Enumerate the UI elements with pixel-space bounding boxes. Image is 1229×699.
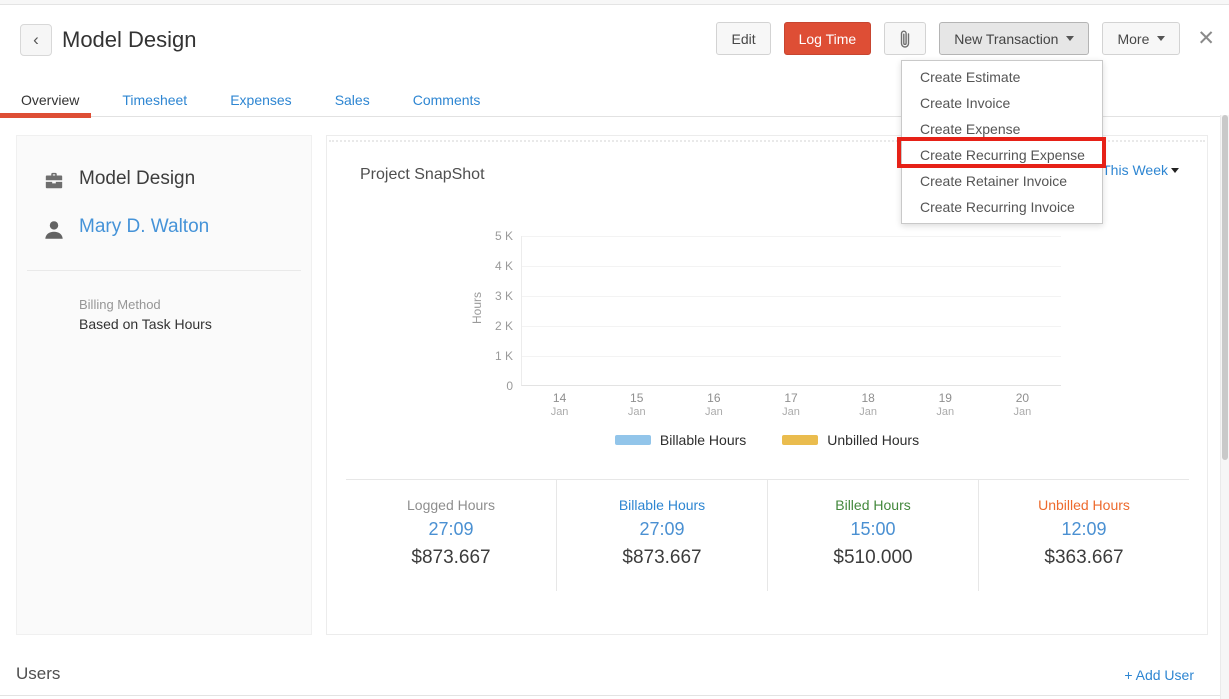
y-tick: 1 K [471, 349, 513, 363]
legend-unbilled-hours: Unbilled Hours [782, 432, 919, 448]
sidebar-divider [27, 270, 301, 271]
menu-item-create-estimate[interactable]: Create Estimate [902, 64, 1102, 90]
back-icon: ‹ [33, 30, 39, 49]
x-tick: 19Jan [907, 391, 984, 418]
tab-expenses[interactable]: Expenses [219, 84, 302, 116]
legend-billable-hours: Billable Hours [615, 432, 746, 448]
tab-sales[interactable]: Sales [324, 84, 381, 116]
tab-timesheet[interactable]: Timesheet [111, 84, 198, 116]
paperclip-icon [898, 30, 912, 48]
edit-button[interactable]: Edit [716, 22, 770, 55]
date-range-dropdown[interactable]: This Week [1102, 162, 1179, 178]
menu-item-create-retainer-invoice[interactable]: Create Retainer Invoice [902, 168, 1102, 194]
x-tick: 20Jan [984, 391, 1061, 418]
gridline [522, 296, 1061, 297]
briefcase-icon [43, 171, 65, 191]
x-axis: 14Jan 15Jan 16Jan 17Jan 18Jan 19Jan [521, 391, 1061, 418]
top-strip [0, 0, 1229, 5]
chart-legend: Billable Hours Unbilled Hours [327, 432, 1207, 448]
x-tick: 14Jan [521, 391, 598, 418]
stat-billed-hours: Billed Hours 15:00 $510.000 [767, 480, 978, 591]
attachment-button[interactable] [884, 22, 926, 55]
y-tick: 3 K [471, 289, 513, 303]
y-tick: 0 [471, 379, 513, 393]
x-tick: 16Jan [675, 391, 752, 418]
tab-comments[interactable]: Comments [402, 84, 492, 116]
chart-plot-area [521, 236, 1061, 386]
vertical-scrollbar-thumb[interactable] [1222, 115, 1228, 460]
gridline [522, 236, 1061, 237]
menu-item-create-invoice[interactable]: Create Invoice [902, 90, 1102, 116]
users-divider [0, 695, 1229, 696]
project-detail-page: ‹ Model Design Edit Log Time New Transac… [0, 0, 1229, 699]
sidebar-owner-link[interactable]: Mary D. Walton [79, 216, 209, 237]
vertical-scrollbar-track[interactable] [1220, 115, 1229, 699]
add-user-link[interactable]: + Add User [1124, 667, 1194, 683]
stat-unbilled-hours: Unbilled Hours 12:09 $363.667 [978, 480, 1189, 591]
stat-billable-hours: Billable Hours 27:09 $873.667 [556, 480, 767, 591]
x-tick: 15Jan [598, 391, 675, 418]
tab-overview[interactable]: Overview [10, 84, 90, 116]
stat-logged-hours: Logged Hours 27:09 $873.667 [346, 480, 556, 591]
caret-down-icon [1157, 36, 1165, 41]
sidebar-project-name: Model Design [79, 168, 195, 189]
billing-method-value: Based on Task Hours [79, 316, 299, 332]
x-tick: 17Jan [752, 391, 829, 418]
new-transaction-button[interactable]: New Transaction [939, 22, 1089, 55]
project-summary-panel: Model Design Mary D. Walton Billing Meth… [16, 135, 312, 635]
new-transaction-menu: Create Estimate Create Invoice Create Ex… [901, 60, 1103, 224]
snapshot-title: Project SnapShot [360, 166, 485, 184]
more-button[interactable]: More [1102, 22, 1180, 55]
close-icon: ✕ [1197, 27, 1215, 50]
menu-item-create-recurring-expense[interactable]: Create Recurring Expense [902, 142, 1102, 168]
sidebar-owner-row[interactable]: Mary D. Walton [17, 216, 311, 238]
users-section-title: Users [16, 664, 60, 684]
gridline [522, 266, 1061, 267]
x-tick: 18Jan [830, 391, 907, 418]
y-tick: 4 K [471, 259, 513, 273]
y-tick: 2 K [471, 319, 513, 333]
snapshot-stats: Logged Hours 27:09 $873.667 Billable Hou… [346, 480, 1189, 591]
back-button[interactable]: ‹ [20, 24, 52, 56]
menu-item-create-expense[interactable]: Create Expense [902, 116, 1102, 142]
caret-down-icon [1066, 36, 1074, 41]
sidebar-project-row: Model Design [17, 168, 311, 190]
legend-swatch [782, 435, 818, 445]
gridline [522, 326, 1061, 327]
user-icon [43, 219, 65, 241]
caret-down-icon [1171, 168, 1179, 173]
y-tick: 5 K [471, 229, 513, 243]
billing-method-label: Billing Method [79, 297, 299, 312]
legend-swatch [615, 435, 651, 445]
page-title: Model Design [62, 27, 197, 53]
log-time-button[interactable]: Log Time [784, 22, 872, 55]
gridline [522, 356, 1061, 357]
header-actions: Edit Log Time New Transaction More ✕ [716, 22, 1219, 55]
menu-item-create-recurring-invoice[interactable]: Create Recurring Invoice [902, 194, 1102, 220]
close-button[interactable]: ✕ [1193, 26, 1219, 51]
